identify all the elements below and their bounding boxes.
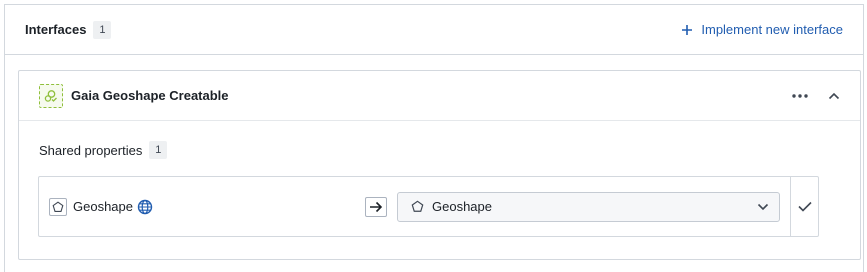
- shared-properties-heading: Shared properties 1: [39, 141, 860, 159]
- plus-icon: [682, 24, 693, 35]
- shared-properties-label: Shared properties: [39, 142, 143, 158]
- checkmark-icon: [797, 201, 812, 212]
- interface-card-header[interactable]: Gaia Geoshape Creatable: [19, 71, 860, 121]
- collapse-button[interactable]: [822, 84, 846, 108]
- source-property: Geoshape: [39, 197, 353, 216]
- arrow-right-icon: [365, 196, 387, 217]
- implement-new-interface-label: Implement new interface: [701, 22, 843, 37]
- geoshape-icon: [49, 197, 67, 216]
- source-property-name: Geoshape: [73, 199, 133, 214]
- chevron-up-icon: [828, 92, 840, 99]
- interface-icon: [39, 83, 63, 108]
- geoshape-icon: [408, 198, 426, 216]
- mapped-property-select[interactable]: Geoshape: [397, 191, 780, 222]
- shared-properties-count-badge: 1: [149, 141, 168, 159]
- chevron-down-icon: [757, 203, 769, 211]
- interface-card: Gaia Geoshape Creatable Shared propertie…: [18, 70, 861, 260]
- interfaces-title: Interfaces: [25, 22, 87, 37]
- interfaces-header: Interfaces 1 Implement new interface: [5, 5, 863, 55]
- mapped-property-value: Geoshape: [432, 199, 492, 214]
- globe-icon: [137, 199, 153, 215]
- implement-new-interface-button[interactable]: Implement new interface: [681, 22, 843, 37]
- confirm-mapping-button[interactable]: [790, 177, 818, 236]
- property-mapping-row: Geoshape Geoshape: [38, 176, 819, 237]
- interfaces-count-badge: 1: [93, 20, 112, 39]
- more-options-button[interactable]: [788, 84, 812, 108]
- interface-name: Gaia Geoshape Creatable: [71, 88, 229, 103]
- more-icon: [792, 93, 808, 98]
